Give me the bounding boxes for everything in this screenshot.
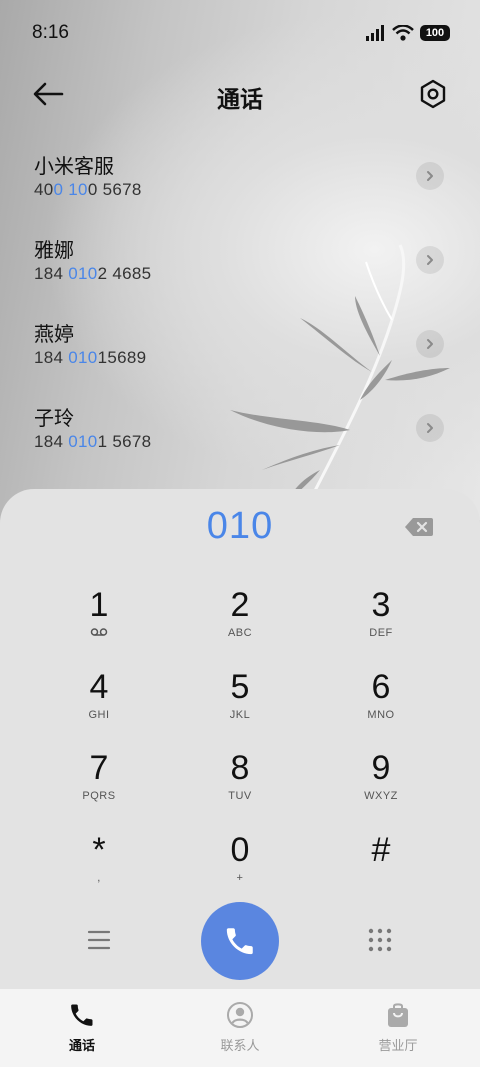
contact-name: 雅娜 bbox=[34, 240, 74, 262]
dialer-panel: 010 1 2 ABC 3 DEF 4 GHI 5 JKL 6 MNO 7 PQ… bbox=[0, 489, 480, 989]
chevron-right-icon[interactable] bbox=[416, 162, 444, 190]
header: 通话 bbox=[0, 70, 480, 118]
contact-name: 子玲 bbox=[34, 408, 74, 430]
contact-number: 400 100 5678 bbox=[34, 180, 142, 199]
list-item[interactable]: 子玲 184 0101 5678 bbox=[0, 388, 480, 472]
dial-key-6[interactable]: 6 MNO bbox=[326, 667, 436, 741]
shopping-bag-icon bbox=[388, 1003, 408, 1027]
contact-name: 燕婷 bbox=[34, 324, 74, 346]
status-bar: 8:16 100 bbox=[0, 0, 480, 66]
dial-key-5[interactable]: 5 JKL bbox=[185, 667, 295, 741]
page-title: 通话 bbox=[217, 86, 263, 112]
signal-icon bbox=[366, 25, 384, 41]
dial-key-3[interactable]: 3 DEF bbox=[326, 585, 436, 659]
list-item[interactable]: 小米客服 400 100 5678 bbox=[0, 136, 480, 220]
dialpad-grid-icon[interactable] bbox=[367, 927, 393, 953]
tab-contacts[interactable]: 联系人 bbox=[180, 1001, 300, 1054]
dial-key-hash[interactable]: # bbox=[326, 830, 436, 904]
voicemail-icon bbox=[90, 628, 108, 636]
tab-service-hall[interactable]: 营业厅 bbox=[338, 1001, 458, 1054]
dial-key-2[interactable]: 2 ABC bbox=[185, 585, 295, 659]
wifi-icon bbox=[392, 25, 414, 41]
contact-icon bbox=[227, 1002, 253, 1028]
chevron-right-icon[interactable] bbox=[416, 246, 444, 274]
contact-number: 184 01015689 bbox=[34, 348, 147, 367]
chevron-right-icon[interactable] bbox=[416, 330, 444, 358]
dial-key-4[interactable]: 4 GHI bbox=[44, 667, 154, 741]
list-item[interactable]: 雅娜 184 0102 4685 bbox=[0, 220, 480, 304]
dial-key-8[interactable]: 8 TUV bbox=[185, 748, 295, 822]
battery-indicator: 100 bbox=[420, 25, 450, 41]
contact-name: 小米客服 bbox=[34, 156, 114, 178]
bottom-tab-bar: 通话 联系人 营业厅 bbox=[0, 989, 480, 1067]
dial-key-7[interactable]: 7 PQRS bbox=[44, 748, 154, 822]
status-time: 8:16 bbox=[32, 22, 69, 43]
phone-icon bbox=[71, 1004, 93, 1026]
dial-key-star[interactable]: * , bbox=[44, 830, 154, 904]
dial-key-1[interactable]: 1 bbox=[44, 585, 154, 659]
settings-hexagon-icon[interactable] bbox=[418, 78, 448, 110]
list-item[interactable]: 燕婷 184 01015689 bbox=[0, 304, 480, 388]
contact-number: 184 0102 4685 bbox=[34, 264, 152, 283]
call-button[interactable] bbox=[201, 902, 279, 980]
backspace-icon[interactable] bbox=[404, 517, 434, 537]
tab-calls[interactable]: 通话 bbox=[22, 1001, 142, 1054]
contact-number: 184 0101 5678 bbox=[34, 432, 152, 451]
dial-key-0[interactable]: 0 + bbox=[185, 830, 295, 904]
chevron-right-icon[interactable] bbox=[416, 414, 444, 442]
dial-key-9[interactable]: 9 WXYZ bbox=[326, 748, 436, 822]
menu-icon[interactable] bbox=[87, 929, 111, 951]
phone-icon bbox=[226, 928, 253, 955]
